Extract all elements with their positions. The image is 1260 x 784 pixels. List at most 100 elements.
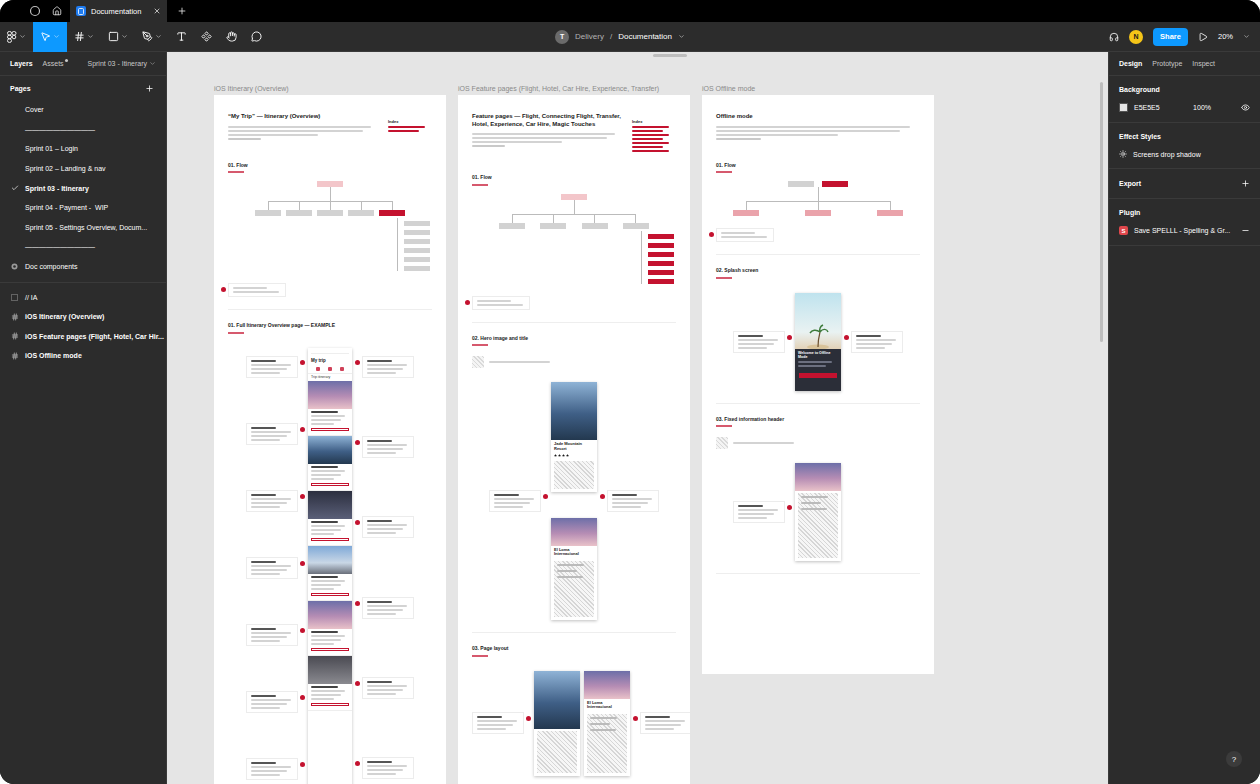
itinerary-card[interactable] [308,381,352,436]
flow-node[interactable] [788,181,814,187]
effect-style[interactable]: Screens drop shadow [1119,150,1250,158]
canvas-frame[interactable]: iOS Itinerary (Overview)“My Trip” — Itin… [214,84,446,784]
phone-mockup[interactable]: My tripTrip itinerary [308,348,352,784]
page-item[interactable]: Sprint 01 – Login [0,139,166,159]
user-avatar[interactable]: N [1129,30,1143,44]
flow-node[interactable] [648,261,674,266]
index-link[interactable] [632,138,663,140]
flow-node[interactable] [499,223,525,229]
flow-note[interactable] [228,283,286,297]
phone-mockup[interactable]: El Loma Internacional [551,518,597,621]
card-button[interactable] [311,483,349,486]
page-item[interactable]: Sprint 04 - Payment - WIP [0,198,166,218]
menu-icon[interactable] [28,4,42,18]
home-icon[interactable] [50,4,64,18]
annotation-card[interactable] [246,557,298,579]
card-button[interactable] [311,703,349,706]
phone-mockup[interactable] [534,671,580,776]
annotation-card[interactable] [246,490,298,512]
flow-node[interactable] [379,210,405,216]
layer-item[interactable]: iOS Itinerary (Overview) [0,307,166,327]
flow-node[interactable] [404,239,430,244]
canvas[interactable]: iOS Itinerary (Overview)“My Trip” — Itin… [167,52,1108,784]
move-tool[interactable] [33,22,67,52]
phone-mockup[interactable] [795,463,841,561]
page-item[interactable]: Sprint 05 - Settings Overview, Docum... [0,218,166,238]
card-button[interactable] [311,428,349,431]
card-button[interactable] [311,593,349,596]
section-link[interactable] [228,171,244,173]
index-link[interactable] [632,126,669,128]
page-item[interactable]: Sprint 02 – Landing & nav [0,159,166,179]
index-link[interactable] [632,130,663,132]
remove-icon[interactable] [1241,226,1250,235]
hand-tool[interactable] [219,22,244,52]
index-link[interactable] [632,134,669,136]
section-link[interactable] [716,277,732,279]
flow-node[interactable] [404,230,430,235]
itinerary-card[interactable] [308,436,352,491]
file-name[interactable]: Documentation [618,32,672,41]
add-export-icon[interactable] [1241,179,1250,188]
flow-node[interactable] [404,266,430,271]
vertical-scrollbar[interactable] [1100,82,1103,342]
flow-node[interactable] [822,181,848,187]
horizontal-scrollbar[interactable] [653,54,687,57]
panel-tab[interactable]: Prototype [1152,60,1182,67]
color-swatch[interactable] [1119,103,1128,112]
frame-label[interactable]: iOS Offline mode [702,84,934,93]
flow-node[interactable] [404,221,430,226]
annotation-card[interactable] [246,624,298,646]
flow-node[interactable] [877,210,903,216]
annotation-card[interactable] [733,501,785,523]
card-button[interactable] [311,538,349,541]
phone-mockup[interactable]: Welcome to Offline Mode [795,293,841,391]
annotation-card[interactable] [362,516,414,538]
annotation-card[interactable] [246,758,298,780]
card-button[interactable] [311,648,349,651]
index-link[interactable] [632,150,669,152]
splash-button[interactable] [799,373,837,378]
section-link[interactable] [472,344,488,346]
itinerary-card[interactable] [308,491,352,546]
flow-node[interactable] [648,243,674,248]
annotation-card[interactable] [640,712,690,734]
flow-node[interactable] [648,279,674,284]
frame-label[interactable]: iOS Itinerary (Overview) [214,84,446,93]
add-page-icon[interactable] [145,84,154,93]
team-avatar[interactable]: T [555,30,569,44]
zoom-level[interactable]: 20% [1218,32,1233,41]
panel-tab[interactable]: Assets [43,60,64,67]
annotation-card[interactable] [246,423,298,445]
canvas-frame[interactable]: iOS Feature pages (Flight, Hotel, Car Hi… [458,84,690,784]
annotation-card[interactable] [362,436,414,458]
annotation-card[interactable] [362,757,414,779]
layer-item[interactable]: // IA [0,287,166,307]
page-item[interactable]: —————————— [0,120,166,140]
phone-mockup[interactable]: Jade Mountain Resort [551,382,597,492]
share-button[interactable]: Share [1153,28,1188,46]
flow-node[interactable] [540,223,566,229]
annotation-card[interactable] [733,331,785,353]
play-icon[interactable] [1198,32,1208,42]
section-link[interactable] [716,425,732,427]
flow-note[interactable] [716,228,774,242]
flow-note[interactable] [472,296,530,310]
eye-icon[interactable] [1241,103,1250,112]
section-link[interactable] [472,655,488,657]
frame-tool[interactable] [67,22,101,52]
plugin-item[interactable]: SSave SPELLL - Spelling & Gr... [1119,226,1250,235]
flow-node[interactable] [404,248,430,253]
page-selector[interactable]: Sprint 03 - Itinerary [87,60,156,67]
flow-node[interactable] [348,210,374,216]
panel-tab[interactable]: Design [1119,60,1142,67]
flow-node[interactable] [733,210,759,216]
layer-item[interactable]: iOS Feature pages (Flight, Hotel, Car Hi… [0,327,166,347]
page-item[interactable]: —————————— [0,237,166,257]
annotation-card[interactable] [472,712,524,734]
flow-node[interactable] [286,210,312,216]
section-link[interactable] [228,332,244,334]
flow-node[interactable] [648,270,674,275]
index-link[interactable] [388,126,425,128]
project-name[interactable]: Delivery [575,32,604,41]
